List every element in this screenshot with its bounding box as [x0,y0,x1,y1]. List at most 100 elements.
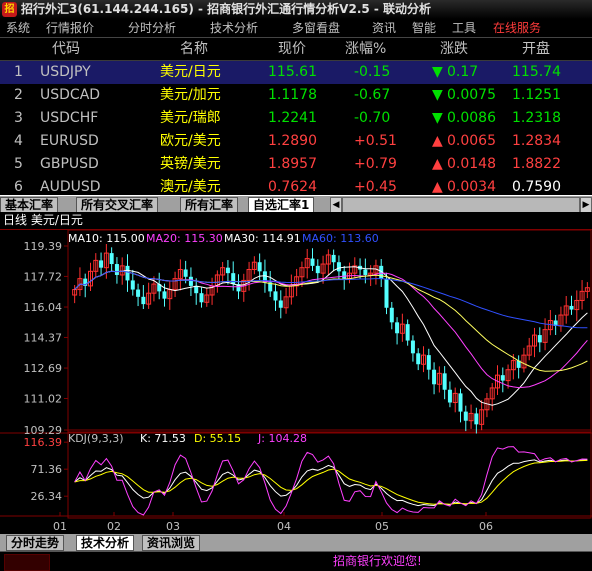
quote-code: USDCHF [40,110,99,126]
quote-row-number: 1 [14,64,23,80]
status-text: 招商银行欢迎您! [333,554,422,568]
kdj-label: K: 71.53 [140,432,186,445]
candle-body [114,264,119,275]
price-panel-frame [67,229,592,433]
tab-intraday[interactable]: 分时走势 [6,535,65,551]
chart-area[interactable]: 119.39 117.72 116.04 114.37 112.69 111.02 109.… [0,212,592,534]
kdj-label: J: 104.28 [257,432,307,445]
menu-item-intraday[interactable]: 分时分析 [128,20,176,36]
menu-item-quotes[interactable]: 行情报价 [46,20,94,36]
candle-body [405,324,410,341]
quote-code: EURUSD [40,133,99,149]
scroll-right-icon[interactable]: ▶ [580,197,592,213]
quote-row[interactable]: 5 GBPUSD 英镑/美元 1.8957 +0.79 ▲ 0.0148 1.8822 [0,153,592,176]
arrow-down-icon: ▼ [432,64,443,80]
candle-body [432,369,437,385]
tab-all-cross-rates[interactable]: 所有交叉汇率 [76,197,159,213]
quote-change: 0.0065 [447,133,496,149]
quote-open: 115.74 [512,64,561,80]
quote-pct: -0.67 [354,87,391,103]
candle-body [278,300,283,308]
kline-chart[interactable]: 119.39 117.72 116.04 114.37 112.69 111.02 109.… [0,212,592,534]
price-tick-label: 112.69 [24,362,63,375]
quote-open: 1.1251 [512,87,561,103]
col-header-price[interactable]: 现价 [278,40,306,58]
month-tick-label: 04 [277,520,291,533]
quote-change: 0.0075 [447,87,496,103]
candle-body [141,296,146,305]
price-tick-label: 116.04 [24,301,63,314]
candle-body [389,307,394,323]
menu-item-system[interactable]: 系统 [6,20,30,36]
menu-item-technical[interactable]: 技术分析 [210,20,258,36]
ma-label: MA60: 113.60 [302,232,379,245]
kdj-j-line [74,446,588,516]
candle-body [315,265,320,274]
candle-body [447,389,452,403]
col-header-open[interactable]: 开盘 [522,40,550,58]
candle-body [426,355,431,370]
candle-body [384,278,389,308]
tab-custom-rates-1[interactable]: 自选汇率1 [248,197,315,213]
menu-item-news[interactable]: 资讯 [372,20,396,36]
quote-price: 1.1178 [268,87,317,103]
tab-basic-rates[interactable]: 基本汇率 [0,197,59,213]
quote-code: USDCAD [40,87,101,103]
quote-row[interactable]: 1 USDJPY 美元/日元 115.61 -0.15 ▼ 0.17 115.74 [0,61,592,84]
candle-body [225,267,230,274]
quote-row[interactable]: 2 USDCAD 美元/加元 1.1178 -0.67 ▼ 0.0075 1.1251 [0,84,592,107]
menu-item-multiwindow[interactable]: 多窗看盘 [292,20,340,36]
arrow-down-icon: ▼ [432,87,443,103]
rate-tab-strip: 基本汇率 所有交叉汇率 所有汇率 自选汇率1 ◀ ▶ [0,195,592,213]
col-header-pct[interactable]: 涨幅% [345,40,386,58]
quote-pct: -0.70 [354,110,391,126]
candle-body [273,291,278,301]
status-logo-icon [4,554,50,571]
col-header-name[interactable]: 名称 [180,40,208,58]
quote-code: GBPUSD [40,156,99,172]
quote-row[interactable]: 4 EURUSD 欧元/美元 1.2890 +0.51 ▲ 0.0065 1.2834 [0,130,592,153]
candle-body [199,293,204,303]
kdj-tick-label: 26.34 [31,490,63,503]
col-header-code[interactable]: 代码 [52,40,80,58]
month-tick-label: 03 [166,520,180,533]
candle-body [183,269,188,277]
tab-technical-analysis[interactable]: 技术分析 [76,535,135,551]
month-tick-label: 02 [107,520,121,533]
quote-change: 0.17 [447,64,479,80]
col-header-change[interactable]: 涨跌 [440,40,468,58]
candle-body [463,411,468,421]
menu-item-online-service[interactable]: 在线服务 [493,20,541,36]
scroll-left-icon[interactable]: ◀ [330,197,342,213]
horizontal-scrollbar[interactable] [342,197,580,213]
candle-body [458,393,463,412]
candle-body [474,413,479,425]
menu-item-smart[interactable]: 智能 [412,20,436,36]
price-tick-label: 119.39 [24,240,63,253]
tab-all-rates[interactable]: 所有汇率 [180,197,239,213]
month-tick-label: 06 [479,520,493,533]
quote-change: 0.0148 [447,156,496,172]
candle-body [162,291,167,299]
quote-row[interactable]: 3 USDCHF 美元/瑞郎 1.2241 -0.70 ▼ 0.0086 1.2318 [0,107,592,130]
quote-open: 1.8822 [512,156,561,172]
price-tick-label: 109.29 [24,424,63,437]
ma-label: MA10: 115.00 [68,232,145,245]
quote-name: 美元/日元 [160,64,221,80]
candle-body [136,289,141,297]
month-tick-label: 05 [375,520,389,533]
candle-body [125,265,130,281]
quote-price: 1.2241 [268,110,317,126]
quote-table-header: 代码 名称 现价 涨幅% 涨跌 开盘 [0,38,592,61]
tab-news-browse[interactable]: 资讯浏览 [142,535,201,551]
candle-body [130,280,135,290]
title-bar: 招 招行外汇3(61.144.244.165) - 招商银行外汇通行情分析V2.… [0,0,592,20]
quote-price: 1.8957 [268,156,317,172]
candle-body [257,262,262,272]
menu-item-tools[interactable]: 工具 [452,20,476,36]
quote-pct: -0.15 [354,64,391,80]
candle-body [342,271,347,279]
window-title: 招行外汇3(61.144.244.165) - 招商银行外汇通行情分析V2.5 … [21,2,432,16]
quote-row-number: 3 [14,110,23,126]
quote-price: 1.2890 [268,133,317,149]
